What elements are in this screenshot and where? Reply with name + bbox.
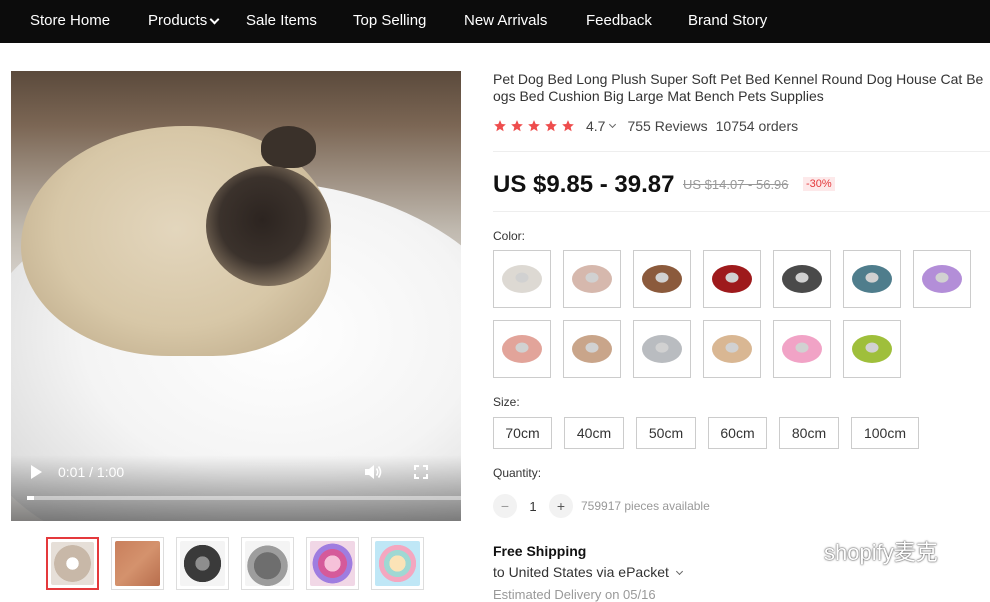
bed-color-image: [852, 335, 892, 363]
bed-color-image: [922, 265, 962, 293]
divider: [493, 211, 990, 212]
nav-brand-story[interactable]: Brand Story: [688, 12, 767, 29]
reviews-link[interactable]: 755 Reviews: [627, 118, 707, 134]
volume-icon[interactable]: [364, 464, 382, 480]
color-swatch[interactable]: [703, 250, 761, 308]
play-icon[interactable]: [31, 465, 42, 479]
shipping-method-label: to United States via ePacket: [493, 564, 669, 580]
shipping-method[interactable]: to United States via ePacket: [493, 564, 683, 580]
nav-feedback[interactable]: Feedback: [586, 12, 652, 29]
quantity-decrease-button[interactable]: −: [493, 494, 517, 518]
rating-value[interactable]: 4.7: [586, 118, 605, 134]
color-swatch[interactable]: [633, 250, 691, 308]
color-swatch[interactable]: [493, 320, 551, 378]
quantity-stepper: − 1 + 759917 pieces available: [493, 494, 710, 518]
top-nav: Store Home Products Sale Items Top Selli…: [0, 0, 990, 43]
video-progress-fill: [27, 496, 34, 500]
size-option-50cm[interactable]: 50cm: [636, 417, 696, 449]
bed-color-image: [642, 335, 682, 363]
stock-available: 759917 pieces available: [581, 499, 710, 513]
quantity-value[interactable]: 1: [517, 499, 549, 514]
thumbnail-pastel-multicolor[interactable]: [371, 537, 424, 590]
color-swatch[interactable]: [773, 250, 831, 308]
size-option-80cm[interactable]: 80cm: [779, 417, 839, 449]
color-swatch[interactable]: [843, 250, 901, 308]
shipping-title: Free Shipping: [493, 543, 587, 559]
nav-sale-items[interactable]: Sale Items: [246, 12, 317, 29]
video-progress-track[interactable]: [27, 496, 461, 500]
nav-products[interactable]: Products: [148, 12, 220, 29]
bed-color-image: [642, 265, 682, 293]
star-icon: [528, 120, 540, 132]
bed-color-image: [502, 265, 542, 293]
dog-face-image: [206, 166, 331, 286]
rating-row: 4.7 755 Reviews 10754 orders: [493, 118, 798, 134]
bed-color-image: [852, 265, 892, 293]
bed-color-image: [572, 335, 612, 363]
divider: [493, 151, 990, 152]
dog-ear-image: [261, 126, 316, 168]
bed-color-image: [712, 265, 752, 293]
color-swatch[interactable]: [563, 250, 621, 308]
color-label: Color:: [493, 229, 526, 243]
size-option-40cm[interactable]: 40cm: [564, 417, 624, 449]
nav-products-label: Products: [148, 12, 208, 29]
color-swatch[interactable]: [773, 320, 831, 378]
bed-color-image: [572, 265, 612, 293]
thumbnail-pink-multicolor[interactable]: [306, 537, 359, 590]
star-icon: [545, 120, 557, 132]
nav-top-selling[interactable]: Top Selling: [353, 12, 426, 29]
color-swatch[interactable]: [703, 320, 761, 378]
nav-store-home[interactable]: Store Home: [30, 12, 110, 29]
star-icon: [562, 120, 574, 132]
size-option-70cm[interactable]: 70cm: [493, 417, 552, 449]
color-swatch[interactable]: [913, 250, 971, 308]
fullscreen-icon[interactable]: [414, 465, 428, 479]
chevron-down-icon: [209, 14, 220, 25]
video-time: 0:01 / 1:00: [58, 464, 125, 480]
watermark: shopify麦克: [780, 535, 938, 567]
star-rating: [493, 119, 578, 133]
bed-color-image: [782, 335, 822, 363]
product-title-line-1: Pet Dog Bed Long Plush Super Soft Pet Be…: [493, 71, 984, 87]
price: US $9.85 - 39.87: [493, 171, 675, 198]
orders-count: 10754 orders: [715, 118, 799, 134]
discount-badge: -30%: [803, 177, 835, 191]
thumbnail-video[interactable]: [46, 537, 99, 590]
old-price: US $14.07 - 56.96: [683, 177, 789, 192]
wechat-icon: [781, 537, 815, 564]
product-title: Pet Dog Bed Long Plush Super Soft Pet Be…: [493, 71, 990, 105]
color-swatch[interactable]: [843, 320, 901, 378]
nav-new-arrivals[interactable]: New Arrivals: [464, 12, 547, 29]
size-option-60cm[interactable]: 60cm: [708, 417, 767, 449]
size-option-100cm[interactable]: 100cm: [851, 417, 919, 449]
size-label: Size:: [493, 395, 520, 409]
thumbnail-grey-plush[interactable]: [241, 537, 294, 590]
quantity-label: Quantity:: [493, 466, 542, 480]
bed-color-image: [712, 335, 752, 363]
star-icon: [511, 120, 523, 132]
watermark-text: shopify麦克: [824, 540, 938, 565]
bed-color-image: [782, 265, 822, 293]
thumbnail-grey-round-bed[interactable]: [176, 537, 229, 590]
thumbnail-plush-blanket[interactable]: [111, 537, 164, 590]
color-swatch[interactable]: [633, 320, 691, 378]
quantity-increase-button[interactable]: +: [549, 494, 573, 518]
bed-color-image: [502, 335, 542, 363]
color-swatch[interactable]: [493, 250, 551, 308]
color-swatch[interactable]: [563, 320, 621, 378]
star-icon: [494, 120, 506, 132]
product-title-line-2: ogs Bed Cushion Big Large Mat Bench Pets…: [493, 88, 824, 104]
chevron-down-icon: [675, 567, 683, 576]
product-video[interactable]: [11, 71, 461, 521]
chevron-down-icon[interactable]: [609, 120, 617, 129]
